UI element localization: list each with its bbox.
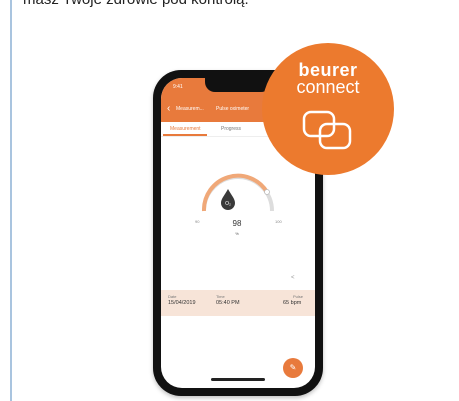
home-indicator (211, 378, 265, 381)
gauge-marker (264, 189, 270, 195)
time-label: Time (216, 294, 225, 299)
beurer-connect-badge: beurer connect (262, 43, 394, 175)
brand-subtitle: connect (296, 77, 360, 97)
gauge-track (202, 175, 274, 212)
spo2-unit: % (235, 231, 239, 236)
time-value: 05:40 PM (216, 300, 240, 306)
headline-text: masz Twoje zdrowie pod kontrolą. (23, 0, 249, 8)
share-icon[interactable]: < (291, 275, 295, 281)
o2-label: O₂ (225, 201, 231, 207)
left-border-rule (10, 0, 12, 401)
gauge-min-label: 90 (195, 219, 200, 224)
pulse-value: 65 bpm (283, 300, 302, 306)
o2-drop-icon: O₂ (221, 189, 235, 210)
gauge-max-label: 100 (275, 219, 282, 224)
date-label: Date (168, 294, 177, 299)
measurement-details: Date 15/04/2019 Time 05:40 PM Pulse 65 b… (161, 290, 315, 316)
pulse-label: Pulse (293, 294, 304, 299)
beurer-connect-logo (302, 110, 352, 150)
pen-icon[interactable]: ✎ (283, 358, 303, 378)
date-value: 15/04/2019 (168, 300, 196, 306)
spo2-value: 98 (232, 219, 242, 228)
